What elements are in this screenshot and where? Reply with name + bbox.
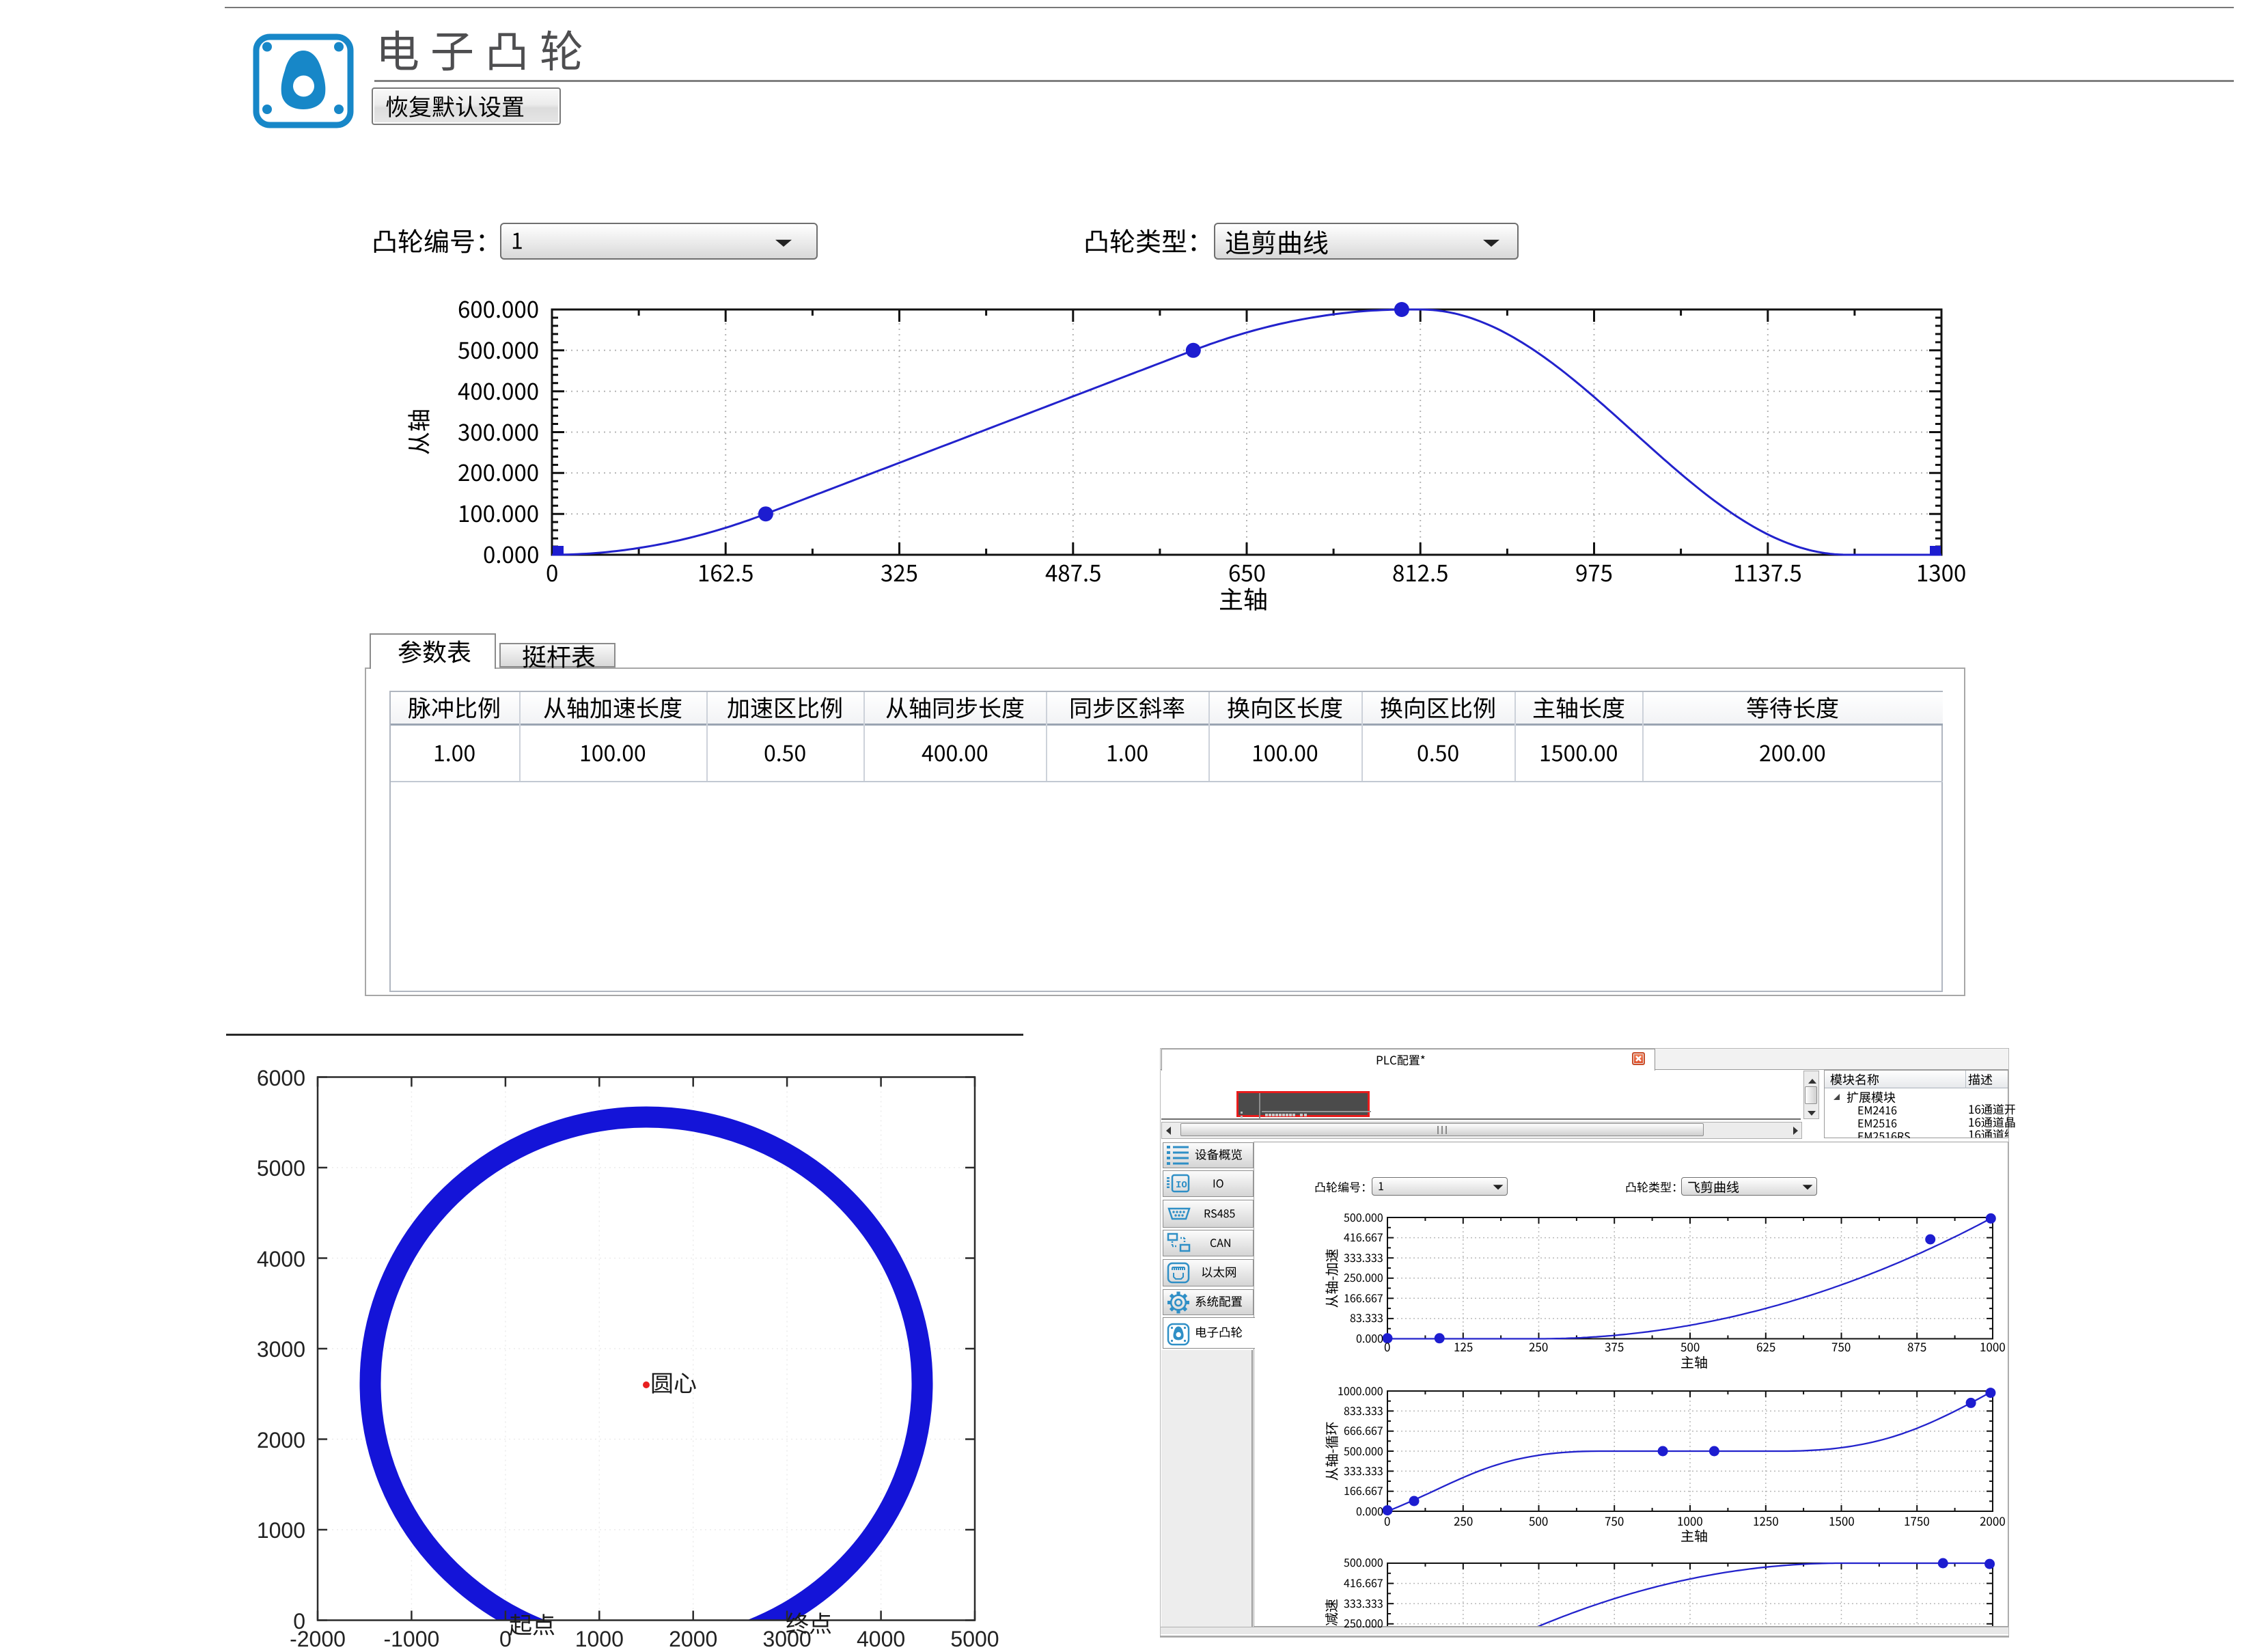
svg-text:IO: IO: [1176, 1180, 1187, 1191]
